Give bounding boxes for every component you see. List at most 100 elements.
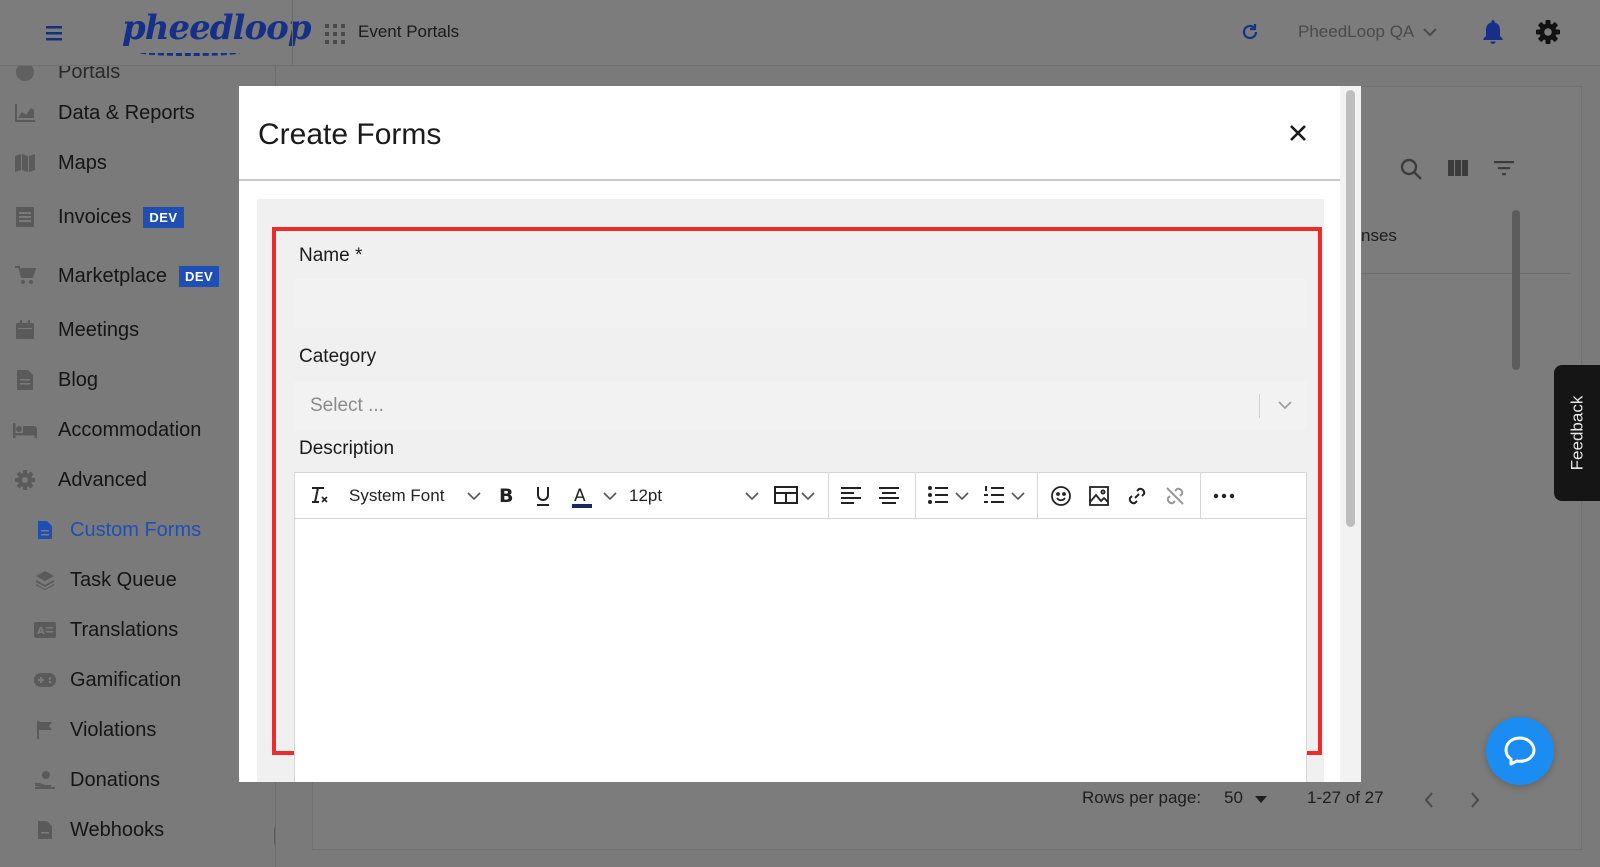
prev-page-icon[interactable] (1423, 791, 1435, 809)
sidebar-item-blog[interactable]: Blog (0, 360, 98, 400)
font-family-select[interactable]: System Font (349, 486, 444, 506)
chevron-down-icon[interactable] (745, 491, 759, 501)
sidebar-item-label: Invoices (58, 205, 132, 228)
account-switcher[interactable]: PheedLoop QA (1298, 22, 1414, 42)
chevron-down-icon[interactable] (467, 491, 481, 501)
sidebar-item-label: Marketplace (58, 264, 167, 287)
numbered-list-icon[interactable] (983, 485, 1005, 505)
chevron-down-icon[interactable] (1011, 491, 1025, 501)
chevron-down-icon[interactable] (955, 491, 969, 501)
feedback-label: Feedback (1567, 395, 1587, 471)
modal-title: Create Forms (258, 118, 442, 151)
select-divider (1259, 394, 1260, 418)
sidebar: Portals Data & Reports Maps Invoices DEV… (0, 66, 276, 867)
top-bar: pheedloop Event Portals PheedLoop QA (0, 0, 1600, 66)
logo-swoosh (140, 50, 240, 56)
chat-launcher-button[interactable] (1486, 717, 1554, 785)
hamburger-menu-icon[interactable] (44, 22, 68, 44)
image-icon[interactable] (1088, 485, 1110, 507)
apps-grid-icon[interactable] (324, 23, 346, 45)
sidebar-item-task-queue[interactable]: Task Queue (0, 560, 177, 600)
gear-icon (12, 467, 38, 493)
rows-per-page-select[interactable]: 50 (1224, 788, 1243, 808)
category-select[interactable]: Select ... (294, 381, 1307, 430)
create-forms-modal: Create Forms Name * Category Select ... … (239, 86, 1361, 782)
toolbar-divider (1200, 473, 1201, 519)
sidebar-item-advanced[interactable]: Advanced (0, 460, 147, 500)
sidebar-item-webhooks[interactable]: Webhooks (0, 810, 164, 850)
clear-formatting-icon[interactable] (309, 485, 329, 505)
notifications-bell-icon[interactable] (1482, 19, 1504, 45)
toolbar-divider (828, 473, 829, 519)
link-icon[interactable] (1126, 485, 1148, 507)
text-color-icon[interactable]: A (571, 485, 593, 509)
sidebar-item-maps[interactable]: Maps (0, 143, 107, 183)
sidebar-scrollbar[interactable] (274, 826, 275, 846)
emoji-icon[interactable] (1050, 485, 1072, 507)
font-size-select[interactable]: 12pt (629, 486, 662, 506)
modal-header: Create Forms (239, 86, 1340, 181)
align-left-icon[interactable] (840, 485, 862, 505)
sidebar-item-translations[interactable]: A Translations (0, 610, 178, 650)
sidebar-item-gamification[interactable]: Gamification (0, 660, 181, 700)
webhook-icon (32, 817, 58, 843)
sidebar-item-marketplace[interactable]: Marketplace DEV (0, 256, 220, 296)
sidebar-item-violations[interactable]: Violations (0, 710, 156, 750)
bullet-list-icon[interactable] (927, 485, 949, 505)
sidebar-item-portals[interactable]: Portals (0, 66, 120, 92)
close-icon[interactable] (1287, 122, 1309, 144)
more-options-icon[interactable] (1213, 493, 1235, 499)
sidebar-item-invoices[interactable]: Invoices DEV (0, 197, 184, 237)
sidebar-item-meetings[interactable]: Meetings (0, 310, 139, 350)
sidebar-item-accommodation[interactable]: Accommodation (0, 410, 201, 450)
sidebar-item-label: Donations (70, 768, 161, 791)
sidebar-item-label: Accommodation (58, 418, 202, 441)
search-icon[interactable] (1400, 158, 1422, 180)
underline-icon[interactable] (534, 485, 552, 507)
filter-icon[interactable] (1493, 158, 1515, 178)
unlink-icon[interactable] (1164, 485, 1186, 507)
next-page-icon[interactable] (1469, 791, 1481, 809)
editor-content-area[interactable] (295, 520, 1306, 782)
portal-title[interactable]: Event Portals (358, 22, 459, 42)
bold-icon[interactable]: B (497, 485, 515, 505)
donation-icon (32, 767, 58, 793)
feedback-tab[interactable]: Feedback (1554, 365, 1600, 501)
pheedloop-logo[interactable]: pheedloop (122, 8, 312, 48)
refresh-icon[interactable] (1240, 22, 1260, 42)
settings-gear-icon[interactable] (1535, 19, 1561, 45)
category-label: Category (299, 346, 377, 367)
chevron-down-icon[interactable] (1422, 25, 1438, 39)
description-label: Description (299, 438, 395, 459)
column-header: nses (1361, 226, 1397, 245)
table-scrollbar[interactable] (1512, 210, 1520, 370)
toolbar-divider (1037, 473, 1038, 519)
sidebar-item-label: Custom Forms (70, 518, 202, 541)
topbar-divider (292, 0, 293, 66)
table-icon[interactable] (774, 485, 798, 505)
chevron-down-icon[interactable] (801, 491, 815, 501)
sidebar-item-label: Task Queue (70, 568, 177, 591)
cart-icon (12, 263, 38, 289)
sidebar-item-label: Blog (58, 368, 99, 391)
sidebar-item-donations[interactable]: Donations (0, 760, 160, 800)
align-center-icon[interactable] (878, 485, 900, 505)
dev-badge: DEV (143, 206, 184, 228)
sidebar-item-label: Translations (70, 618, 179, 641)
sidebar-item-label: Data & Reports (58, 101, 195, 124)
toolbar-divider (915, 473, 916, 519)
chevron-down-icon[interactable] (603, 491, 617, 501)
sidebar-item-label: Webhooks (70, 818, 165, 841)
rows-per-page-label: Rows per page: (1082, 788, 1202, 807)
name-input[interactable] (294, 279, 1307, 328)
sidebar-item-data-reports[interactable]: Data & Reports (0, 93, 195, 133)
chevron-down-icon[interactable] (1277, 398, 1293, 412)
columns-icon[interactable] (1447, 158, 1469, 178)
modal-scrollbar-thumb[interactable] (1346, 90, 1355, 527)
layers-icon (32, 567, 58, 593)
caret-down-icon[interactable] (1255, 796, 1267, 804)
category-placeholder: Select ... (310, 395, 384, 416)
description-editor[interactable]: System Font B A 12pt (294, 472, 1307, 782)
sidebar-item-custom-forms[interactable]: Custom Forms (0, 510, 201, 550)
sidebar-item-label: Violations (70, 718, 157, 741)
